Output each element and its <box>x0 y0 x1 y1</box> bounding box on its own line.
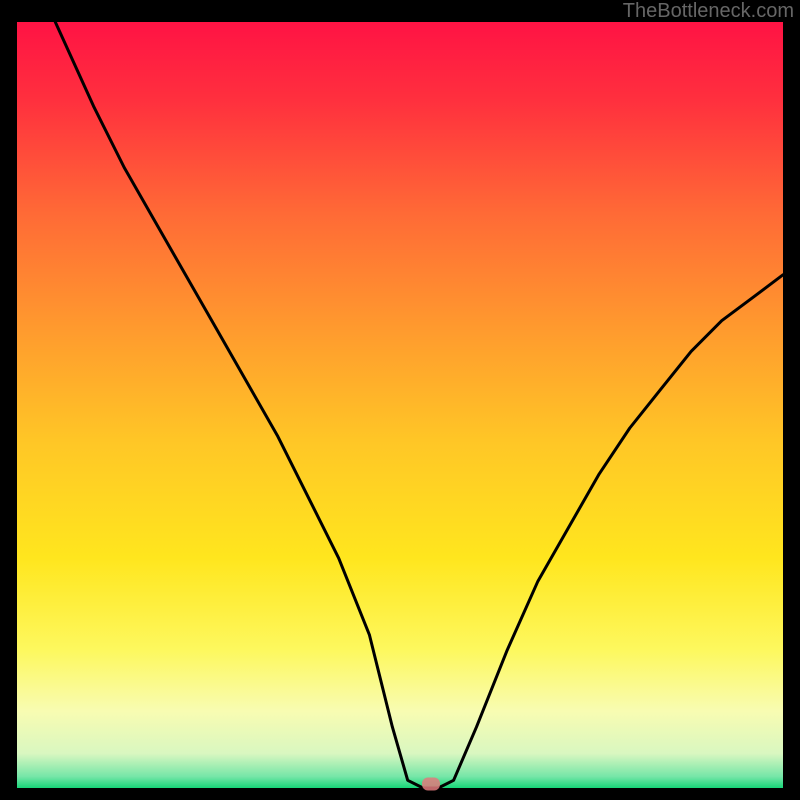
gradient-background <box>17 22 783 788</box>
chart-frame: TheBottleneck.com <box>0 0 800 800</box>
plot-area <box>17 22 783 788</box>
watermark-text: TheBottleneck.com <box>623 0 794 23</box>
chart-svg <box>17 22 783 788</box>
optimum-marker <box>422 778 440 791</box>
